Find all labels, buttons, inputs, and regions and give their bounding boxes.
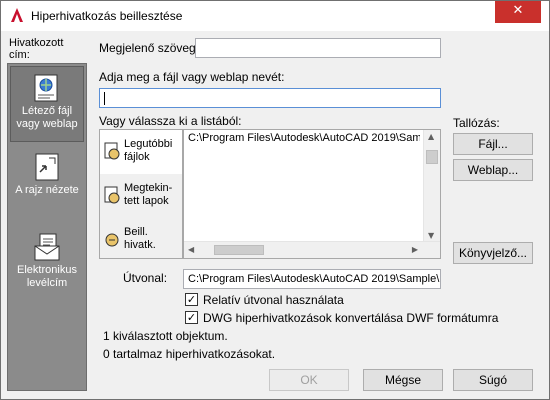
relative-path-label: Relatív útvonal használata xyxy=(203,293,344,307)
horizontal-scrollbar[interactable]: ◀ ▶ xyxy=(184,241,440,258)
relative-path-checkbox[interactable]: ✓ xyxy=(185,293,198,306)
sidebar-header: Hivatkozott cím: xyxy=(9,37,64,61)
scroll-down-icon[interactable]: ▼ xyxy=(428,231,434,240)
browse-label: Tallózás: xyxy=(453,116,500,130)
path-label: Útvonal: xyxy=(123,271,168,285)
existing-file-icon xyxy=(34,74,58,102)
recent-files-icon xyxy=(104,142,120,160)
help-button[interactable]: Súgó xyxy=(453,369,533,391)
scroll-right-icon[interactable]: ▶ xyxy=(412,245,418,254)
convert-dwg-label: DWG hiperhivatkozások konvertálása DWF f… xyxy=(203,311,499,325)
sidebar-item-label: Elektronikus levélcím xyxy=(17,264,77,289)
list-source-tabs: Legutóbbi fájlok Megtekin-tett lapok Bei… xyxy=(99,129,183,259)
scroll-thumb[interactable] xyxy=(426,150,438,164)
path-value: C:\Program Files\Autodesk\AutoCAD 2019\S… xyxy=(183,269,441,289)
web-page-button[interactable]: Weblap... xyxy=(453,159,533,181)
display-text-label: Megjelenő szöveg: xyxy=(99,41,200,55)
window-title: Hiperhivatkozás beillesztése xyxy=(31,9,183,23)
scroll-left-icon[interactable]: ◀ xyxy=(188,245,194,254)
filename-input[interactable] xyxy=(99,88,441,108)
tab-label: Beill. hivatk. xyxy=(124,226,156,251)
list-item[interactable]: C:\Program Files\Autodesk\AutoCAD 2019\S… xyxy=(188,132,420,144)
sidebar-item-label: A rajz nézete xyxy=(15,184,79,196)
close-icon: ✕ xyxy=(512,3,524,18)
tab-label: Legutóbbi fájlok xyxy=(124,138,173,163)
browsed-pages-icon xyxy=(104,186,120,204)
sidebar-item-drawing-view[interactable]: A rajz nézete xyxy=(10,146,84,222)
tab-browsed-pages[interactable]: Megtekin-tett lapok xyxy=(100,174,182,218)
list-label: Vagy válassza ki a listából: xyxy=(99,114,242,128)
selected-count-text: 1 kiválasztott objektum. xyxy=(103,329,228,343)
autocad-logo-icon xyxy=(11,8,23,22)
sidebar-item-label: Létező fájl vagy weblap xyxy=(16,105,78,130)
title-bar[interactable]: Hiperhivatkozás beillesztése ✕ xyxy=(1,1,549,31)
link-count-text: 0 tartalmaz hiperhivatkozásokat. xyxy=(103,347,276,361)
file-button[interactable]: Fájl... xyxy=(453,133,533,155)
vertical-scrollbar[interactable]: ▲ ▼ xyxy=(423,130,440,242)
inserted-links-icon xyxy=(105,233,119,247)
sidebar-item-existing-file[interactable]: Létező fájl vagy weblap xyxy=(10,66,84,142)
tab-inserted-links[interactable]: Beill. hivatk. xyxy=(100,218,182,262)
scroll-thumb[interactable] xyxy=(214,245,264,255)
insert-hyperlink-dialog: Hiperhivatkozás beillesztése ✕ Hivatkozo… xyxy=(0,0,550,400)
scroll-up-icon[interactable]: ▲ xyxy=(428,132,434,141)
tab-label: Megtekin-tett lapok xyxy=(124,182,173,207)
close-button[interactable]: ✕ xyxy=(495,1,541,23)
drawing-view-icon xyxy=(35,153,59,181)
filename-label: Adja meg a fájl vagy weblap nevét: xyxy=(99,70,285,84)
sidebar-item-email[interactable]: Elektronikus levélcím xyxy=(10,226,84,302)
ok-button[interactable]: OK xyxy=(269,369,349,391)
tab-recent-files[interactable]: Legutóbbi fájlok xyxy=(100,130,182,174)
file-listbox[interactable]: C:\Program Files\Autodesk\AutoCAD 2019\S… xyxy=(183,129,441,259)
link-type-sidebar: Létező fájl vagy weblap A rajz nézete El… xyxy=(7,63,87,391)
convert-dwg-checkbox[interactable]: ✓ xyxy=(185,311,198,324)
email-icon xyxy=(34,233,60,261)
bookmark-button[interactable]: Könyvjelző... xyxy=(453,242,533,264)
cancel-button[interactable]: Mégse xyxy=(363,369,443,391)
display-text-input[interactable] xyxy=(195,38,441,58)
text-caret xyxy=(104,92,105,105)
